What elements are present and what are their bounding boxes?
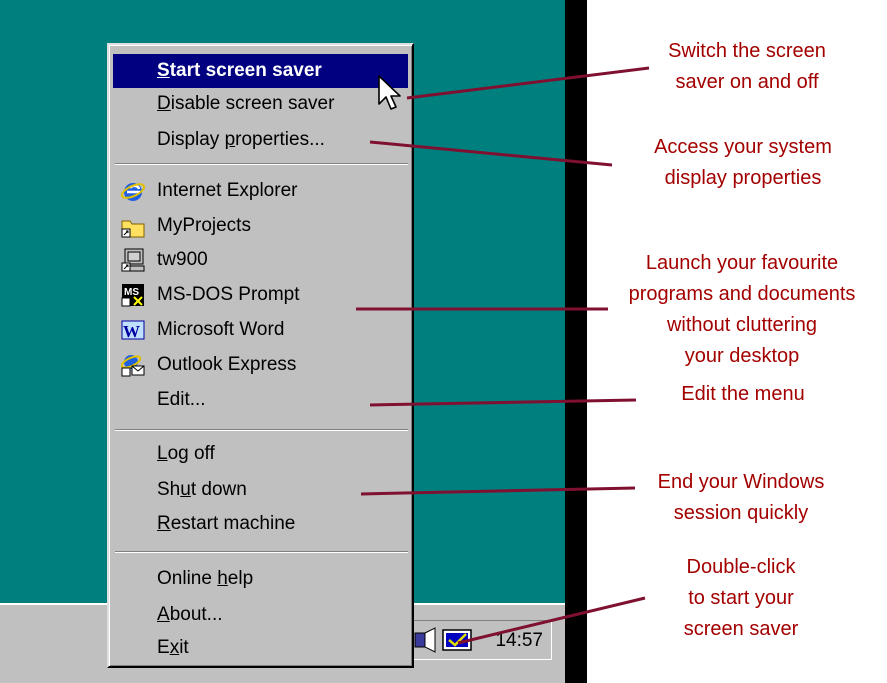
callout-launch: Launch your favourite programs and docum…	[628, 252, 856, 367]
menu-item-label: tw900	[157, 249, 208, 270]
menu-item-outlook-express[interactable]: Outlook Express	[113, 348, 408, 382]
menu-item-display-properties[interactable]: Display properties...	[113, 123, 408, 157]
menu-separator	[115, 551, 408, 553]
menu-item-label: Edit...	[157, 389, 206, 410]
menu-item-label: Internet Explorer	[157, 180, 298, 201]
folder-shortcut-icon	[121, 220, 145, 238]
ms-dos-icon: MS	[121, 284, 144, 307]
callout-switch: Switch the screen saver on and off	[668, 40, 826, 93]
menu-separator	[115, 163, 408, 165]
menu-item-online-help[interactable]: Online help	[113, 562, 408, 596]
outlook-express-icon	[121, 355, 145, 377]
callout-double: Double-click to start your screen saver	[683, 556, 799, 640]
screen-saver-context-menu: Start screen saver Disable screen saver Di…	[107, 43, 414, 668]
menu-item-label: Outlook Express	[157, 354, 297, 375]
menu-item-edit[interactable]: Edit...	[113, 383, 408, 417]
menu-separator	[115, 429, 408, 431]
menu-item-tw900[interactable]: tw900	[113, 243, 408, 277]
menu-item-label: Display properties...	[157, 129, 325, 150]
menu-item-label: Microsoft Word	[157, 319, 285, 340]
menu-item-label: About...	[157, 604, 223, 625]
menu-item-label: Disable screen saver	[157, 93, 335, 114]
menu-item-label: Start screen saver	[157, 60, 322, 81]
menu-item-label: Online help	[157, 568, 254, 589]
menu-item-label: Log off	[157, 443, 215, 464]
internet-explorer-icon	[121, 183, 145, 201]
callout-end: End your Windows session quickly	[657, 471, 825, 524]
tray-icons	[414, 627, 472, 653]
menu-item-label: MyProjects	[157, 215, 251, 236]
menu-item-label: Restart machine	[157, 513, 296, 534]
menu-item-disable-screen-saver[interactable]: Disable screen saver	[113, 87, 408, 121]
menu-item-label: Exit	[157, 637, 189, 658]
menu-item-internet-explorer[interactable]: Internet Explorer	[113, 174, 408, 208]
screen-saver-tray-icon[interactable]	[442, 629, 472, 651]
menu-item-about[interactable]: About...	[113, 598, 408, 632]
screen-edge	[565, 0, 587, 683]
menu-item-restart-machine[interactable]: Restart machine	[113, 507, 408, 541]
speaker-icon[interactable]	[414, 627, 436, 653]
menu-item-myprojects[interactable]: MyProjects	[113, 209, 408, 243]
menu-item-shut-down[interactable]: Shut down	[113, 473, 408, 507]
svg-text:W: W	[123, 322, 140, 341]
callout-edit: Edit the menu	[681, 383, 805, 405]
mouse-pointer-icon	[378, 75, 401, 110]
menu-item-ms-dos-prompt[interactable]: MS MS-DOS Prompt	[113, 278, 408, 312]
menu-item-start-screen-saver[interactable]: Start screen saver	[113, 54, 408, 88]
callout-display: Access your system display properties	[654, 136, 832, 189]
clock[interactable]: 14:57	[495, 630, 543, 652]
menu-item-microsoft-word[interactable]: W Microsoft Word	[113, 313, 408, 347]
computer-shortcut-icon	[121, 248, 145, 272]
system-tray: 14:57	[412, 620, 552, 660]
word-icon: W	[121, 320, 145, 341]
menu-item-label: Shut down	[157, 479, 247, 500]
menu-item-log-off[interactable]: Log off	[113, 437, 408, 471]
menu-item-label: MS-DOS Prompt	[157, 284, 300, 305]
svg-text:MS: MS	[124, 287, 139, 298]
menu-item-exit[interactable]: Exit	[113, 631, 408, 665]
